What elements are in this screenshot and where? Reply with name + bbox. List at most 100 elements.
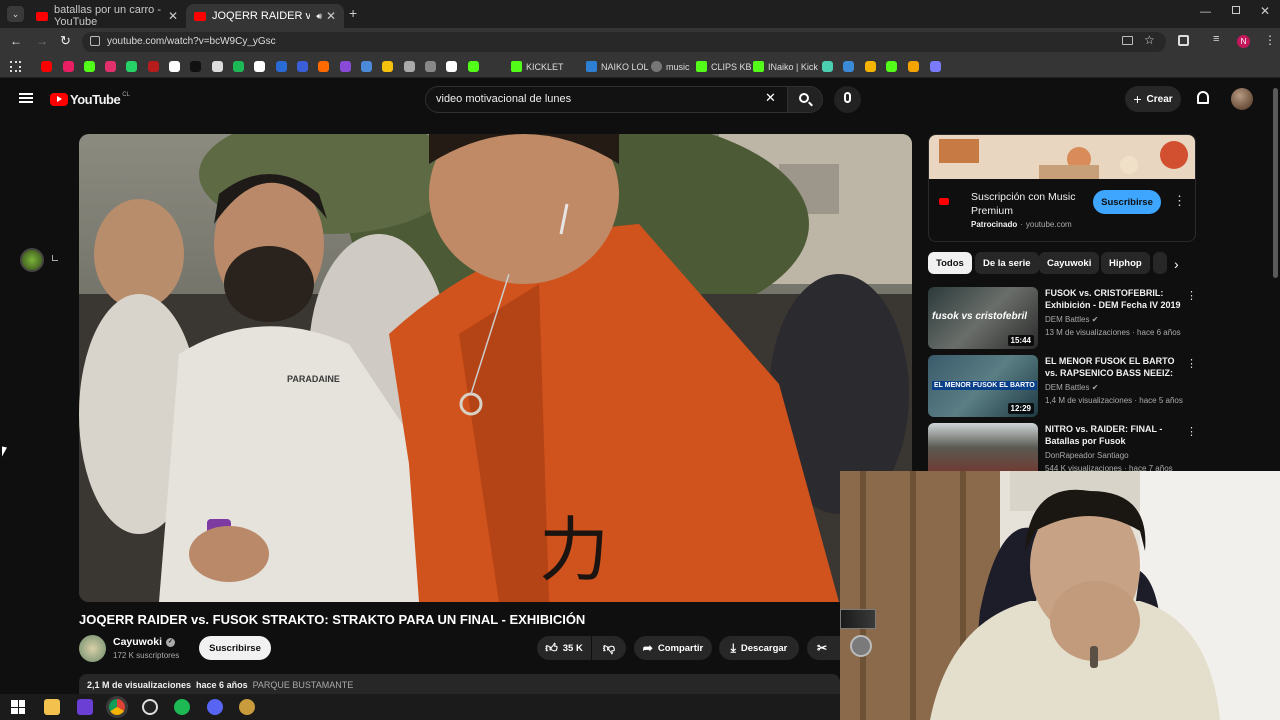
close-window-icon[interactable]: ✕ <box>1260 4 1270 18</box>
bookmark-favicon-icon[interactable] <box>297 61 308 72</box>
voice-search-button[interactable] <box>834 86 861 113</box>
bookmark-favicon-icon[interactable] <box>276 61 287 72</box>
page-scrollbar[interactable] <box>1273 88 1278 278</box>
spotify-icon[interactable] <box>174 699 190 715</box>
windows-start-icon[interactable] <box>11 700 25 714</box>
chip-de-la-serie[interactable]: De la serie <box>975 252 1039 274</box>
bookmark-kicklet[interactable]: KICKLET <box>511 60 564 73</box>
bookmark-favicon-icon[interactable] <box>190 61 201 72</box>
channel-name[interactable]: Cayuwoki ✓ <box>113 636 176 648</box>
more-options-icon[interactable]: ⋮ <box>1186 357 1197 370</box>
forward-icon[interactable]: → <box>36 34 48 48</box>
file-explorer-icon[interactable] <box>44 699 60 715</box>
bookmark-favicon-icon[interactable] <box>126 61 137 72</box>
app-purple-icon[interactable] <box>77 699 93 715</box>
audio-playing-icon[interactable]: 🔊︎ <box>316 11 322 22</box>
bookmark-music[interactable]: music <box>651 60 690 73</box>
more-options-icon[interactable]: ⋮ <box>1186 425 1197 438</box>
bookmark-favicon-icon[interactable] <box>84 61 95 72</box>
video-player[interactable]: 力 PARADAINE <box>79 134 912 602</box>
hamburger-menu-icon[interactable] <box>19 93 33 103</box>
bookmark-favicon-icon[interactable] <box>843 61 854 72</box>
url-text[interactable]: youtube.com/watch?v=bcW9Cy_yGsc <box>107 36 276 47</box>
omnibox[interactable]: youtube.com/watch?v=bcW9Cy_yGsc ☆ <box>82 32 1166 52</box>
bookmark-clips-kb[interactable]: CLIPS KB <box>696 60 752 73</box>
sponsor-subscribe-button[interactable]: Suscribirse <box>1093 190 1161 214</box>
back-icon[interactable]: ← <box>10 34 22 48</box>
reload-icon[interactable]: ↻ <box>60 33 71 49</box>
browser-tab[interactable]: batallas por un carro - YouTube ✕ <box>28 4 186 28</box>
bookmark-favicon-icon[interactable] <box>233 61 244 72</box>
bookmark-favicon-icon[interactable] <box>318 61 329 72</box>
download-button[interactable]: ⤓ Descargar <box>719 636 799 660</box>
site-info-icon[interactable] <box>90 36 100 46</box>
floating-extension-bubble[interactable] <box>20 248 44 272</box>
new-tab-button[interactable]: + <box>349 5 357 21</box>
bookmark-favicon-icon[interactable] <box>930 61 941 72</box>
browser-tab-active[interactable]: JOQERR RAIDER vs. FUSOK 🔊︎ ✕ <box>186 4 344 28</box>
notifications-bell-icon[interactable] <box>1197 91 1209 104</box>
bookmark-naiko-lol[interactable]: NAIKO LOL <box>586 60 649 73</box>
restore-window-icon[interactable] <box>1232 6 1240 14</box>
browser-menu-icon[interactable]: ⋮ <box>1264 33 1276 47</box>
bookmark-favicon-icon[interactable] <box>41 61 52 72</box>
discord-icon[interactable] <box>207 699 223 715</box>
account-avatar[interactable] <box>1231 88 1253 110</box>
subscribe-button[interactable]: Suscribirse <box>199 636 271 660</box>
bookmark-inaiko-kick[interactable]: INaiko | Kick <box>753 60 818 73</box>
chip-cayuwoki[interactable]: Cayuwoki <box>1039 252 1100 274</box>
bookmark-favicon-icon[interactable] <box>105 61 116 72</box>
bookmark-favicon-icon[interactable] <box>212 61 223 72</box>
obs-icon[interactable] <box>142 699 158 715</box>
install-app-icon[interactable] <box>1122 36 1133 45</box>
clear-search-icon[interactable]: ✕ <box>765 90 776 106</box>
video-thumbnail[interactable]: EL MENOR FUSOK EL BARTO 12:29 <box>928 355 1038 417</box>
close-tab-icon[interactable]: ✕ <box>326 9 336 23</box>
league-of-legends-icon[interactable] <box>239 699 255 715</box>
bookmark-favicon-icon[interactable] <box>361 61 372 72</box>
bookmark-favicon-icon[interactable] <box>63 61 74 72</box>
bookmark-star-icon[interactable]: ☆ <box>1144 33 1155 47</box>
search-button[interactable] <box>787 86 823 113</box>
like-button[interactable]: 👍︎ 35 K <box>537 636 591 660</box>
extensions-icon[interactable] <box>1178 35 1189 46</box>
create-button[interactable]: + Crear <box>1125 86 1181 112</box>
media-controls-icon[interactable]: ≡ <box>1213 33 1219 45</box>
profile-icon[interactable]: N <box>1237 35 1250 48</box>
bookmark-favicon-icon[interactable] <box>446 61 457 72</box>
minimize-window-icon[interactable]: — <box>1200 6 1211 18</box>
apps-grid-icon[interactable] <box>10 61 21 72</box>
dislike-button[interactable]: 👎︎ <box>592 636 626 660</box>
share-button[interactable]: ➦ Compartir <box>634 636 712 660</box>
close-tab-icon[interactable]: ✕ <box>168 9 178 23</box>
recommended-video[interactable]: EL MENOR FUSOK EL BARTO 12:29 EL MENOR F… <box>928 355 1197 417</box>
bookmark-favicon-icon[interactable] <box>404 61 415 72</box>
chip-hiphop[interactable]: Hiphop <box>1101 252 1150 274</box>
sponsored-card[interactable]: Suscripción con Music Premium Patrocinad… <box>928 134 1196 242</box>
bookmark-favicon-icon[interactable] <box>886 61 897 72</box>
bookmark-favicon-icon[interactable] <box>425 61 436 72</box>
clip-button[interactable]: ✂ <box>807 636 840 660</box>
bookmark-favicon-icon[interactable] <box>254 61 265 72</box>
bookmark-favicon-icon[interactable] <box>340 61 351 72</box>
youtube-logo[interactable]: YouTube CL <box>50 92 130 107</box>
chrome-icon[interactable] <box>109 699 125 715</box>
more-options-icon[interactable]: ⋮ <box>1173 193 1186 209</box>
channel-avatar[interactable] <box>79 635 106 662</box>
video-frame[interactable]: 力 PARADAINE <box>79 134 912 602</box>
bookmark-favicon-icon[interactable] <box>865 61 876 72</box>
tab-search-button[interactable]: ⌄ <box>7 6 24 22</box>
bookmark-favicon-icon[interactable] <box>822 61 833 72</box>
bookmark-favicon-icon[interactable] <box>468 61 479 72</box>
chip-partial[interactable] <box>1153 252 1167 274</box>
more-options-icon[interactable]: ⋮ <box>1186 289 1197 302</box>
bookmark-favicon-icon[interactable] <box>169 61 180 72</box>
chip-todos[interactable]: Todos <box>928 252 972 274</box>
recommended-video[interactable]: fusok vs cristofebril 15:44 FUSOK vs. CR… <box>928 287 1197 349</box>
chip-scroll-right-icon[interactable]: › <box>1174 256 1179 272</box>
video-thumbnail[interactable]: fusok vs cristofebril 15:44 <box>928 287 1038 349</box>
bookmark-favicon-icon[interactable] <box>908 61 919 72</box>
search-input[interactable]: video motivacional de lunes <box>425 86 788 113</box>
bookmark-favicon-icon[interactable] <box>382 61 393 72</box>
bookmark-favicon-icon[interactable] <box>148 61 159 72</box>
